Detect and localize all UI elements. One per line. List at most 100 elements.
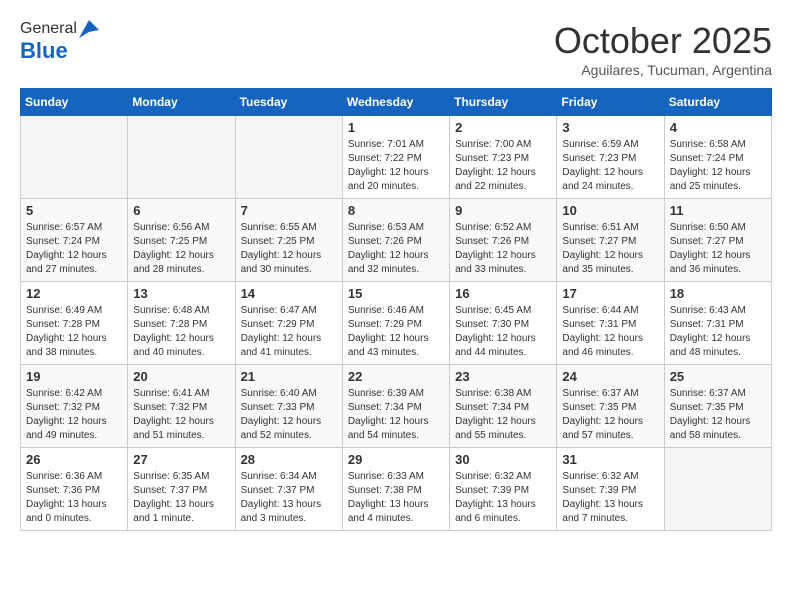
day-number: 18	[670, 286, 766, 301]
calendar-cell: 29 Sunrise: 6:33 AM Sunset: 7:38 PM Dayli…	[342, 448, 449, 531]
day-number: 28	[241, 452, 337, 467]
day-info: Sunrise: 6:46 AM Sunset: 7:29 PM Dayligh…	[348, 304, 444, 360]
day-number: 23	[455, 369, 551, 384]
calendar-day-header: Sunday	[21, 89, 128, 116]
calendar-cell	[235, 116, 342, 199]
day-info: Sunrise: 6:53 AM Sunset: 7:26 PM Dayligh…	[348, 221, 444, 277]
calendar-cell: 28 Sunrise: 6:34 AM Sunset: 7:37 PM Dayli…	[235, 448, 342, 531]
calendar-cell: 14Sunrise: 6:47 AM Sunset: 7:29 PM Dayli…	[235, 282, 342, 365]
calendar-cell: 31Sunrise: 6:32 AM Sunset: 7:39 PM Dayli…	[557, 448, 664, 531]
day-info: Sunrise: 6:34 AM Sunset: 7:37 PM Dayligh…	[241, 470, 337, 526]
calendar-cell: 1 Sunrise: 7:01 AM Sunset: 7:22 PM Daylig…	[342, 116, 449, 199]
calendar-cell	[664, 448, 771, 531]
day-number: 11	[670, 203, 766, 218]
day-number: 5	[26, 203, 122, 218]
calendar-day-header: Tuesday	[235, 89, 342, 116]
day-number: 25	[670, 369, 766, 384]
calendar-day-header: Monday	[128, 89, 235, 116]
day-number: 2	[455, 120, 551, 135]
day-number: 1	[348, 120, 444, 135]
day-info: Sunrise: 6:55 AM Sunset: 7:25 PM Dayligh…	[241, 221, 337, 277]
calendar-week-row: 26 Sunrise: 6:36 AM Sunset: 7:36 PM Dayli…	[21, 448, 772, 531]
calendar-cell: 20 Sunrise: 6:41 AM Sunset: 7:32 PM Dayli…	[128, 365, 235, 448]
day-info: Sunrise: 6:42 AM Sunset: 7:32 PM Dayligh…	[26, 387, 122, 443]
day-info: Sunrise: 6:45 AM Sunset: 7:30 PM Dayligh…	[455, 304, 551, 360]
day-number: 9	[455, 203, 551, 218]
day-info: Sunrise: 6:38 AM Sunset: 7:34 PM Dayligh…	[455, 387, 551, 443]
calendar-cell: 7 Sunrise: 6:55 AM Sunset: 7:25 PM Daylig…	[235, 199, 342, 282]
calendar-cell: 26 Sunrise: 6:36 AM Sunset: 7:36 PM Dayli…	[21, 448, 128, 531]
day-info: Sunrise: 7:01 AM Sunset: 7:22 PM Dayligh…	[348, 138, 444, 194]
calendar-cell: 2 Sunrise: 7:00 AM Sunset: 7:23 PM Daylig…	[450, 116, 557, 199]
calendar-day-header: Saturday	[664, 89, 771, 116]
day-number: 30	[455, 452, 551, 467]
day-info: Sunrise: 6:32 AM Sunset: 7:39 PM Dayligh…	[455, 470, 551, 526]
calendar-cell: 25 Sunrise: 6:37 AM Sunset: 7:35 PM Dayli…	[664, 365, 771, 448]
calendar-header-row: SundayMondayTuesdayWednesdayThursdayFrid…	[21, 89, 772, 116]
calendar-cell: 11Sunrise: 6:50 AM Sunset: 7:27 PM Dayli…	[664, 199, 771, 282]
day-info: Sunrise: 6:49 AM Sunset: 7:28 PM Dayligh…	[26, 304, 122, 360]
calendar-day-header: Friday	[557, 89, 664, 116]
day-info: Sunrise: 6:59 AM Sunset: 7:23 PM Dayligh…	[562, 138, 658, 194]
day-number: 31	[562, 452, 658, 467]
day-number: 26	[26, 452, 122, 467]
logo: General Blue	[20, 20, 99, 64]
day-info: Sunrise: 6:40 AM Sunset: 7:33 PM Dayligh…	[241, 387, 337, 443]
day-number: 22	[348, 369, 444, 384]
calendar-cell: 23 Sunrise: 6:38 AM Sunset: 7:34 PM Dayli…	[450, 365, 557, 448]
logo-blue-text: Blue	[20, 38, 68, 64]
day-info: Sunrise: 6:58 AM Sunset: 7:24 PM Dayligh…	[670, 138, 766, 194]
day-info: Sunrise: 6:47 AM Sunset: 7:29 PM Dayligh…	[241, 304, 337, 360]
calendar-cell: 4 Sunrise: 6:58 AM Sunset: 7:24 PM Daylig…	[664, 116, 771, 199]
day-info: Sunrise: 6:44 AM Sunset: 7:31 PM Dayligh…	[562, 304, 658, 360]
calendar-cell: 12 Sunrise: 6:49 AM Sunset: 7:28 PM Dayli…	[21, 282, 128, 365]
day-number: 17	[562, 286, 658, 301]
day-number: 16	[455, 286, 551, 301]
day-info: Sunrise: 6:35 AM Sunset: 7:37 PM Dayligh…	[133, 470, 229, 526]
day-number: 27	[133, 452, 229, 467]
day-number: 15	[348, 286, 444, 301]
calendar-cell: 22Sunrise: 6:39 AM Sunset: 7:34 PM Dayli…	[342, 365, 449, 448]
calendar-cell: 13Sunrise: 6:48 AM Sunset: 7:28 PM Dayli…	[128, 282, 235, 365]
calendar-cell: 16 Sunrise: 6:45 AM Sunset: 7:30 PM Dayli…	[450, 282, 557, 365]
day-info: Sunrise: 6:43 AM Sunset: 7:31 PM Dayligh…	[670, 304, 766, 360]
calendar-cell: 17 Sunrise: 6:44 AM Sunset: 7:31 PM Dayli…	[557, 282, 664, 365]
day-info: Sunrise: 6:56 AM Sunset: 7:25 PM Dayligh…	[133, 221, 229, 277]
day-info: Sunrise: 6:41 AM Sunset: 7:32 PM Dayligh…	[133, 387, 229, 443]
day-number: 3	[562, 120, 658, 135]
location-subtitle: Aguilares, Tucuman, Argentina	[554, 62, 772, 78]
calendar-week-row: 12 Sunrise: 6:49 AM Sunset: 7:28 PM Dayli…	[21, 282, 772, 365]
day-number: 7	[241, 203, 337, 218]
calendar-cell: 10 Sunrise: 6:51 AM Sunset: 7:27 PM Dayli…	[557, 199, 664, 282]
day-number: 24	[562, 369, 658, 384]
day-number: 6	[133, 203, 229, 218]
calendar-cell: 5Sunrise: 6:57 AM Sunset: 7:24 PM Daylig…	[21, 199, 128, 282]
day-number: 29	[348, 452, 444, 467]
day-info: Sunrise: 7:00 AM Sunset: 7:23 PM Dayligh…	[455, 138, 551, 194]
calendar-cell: 21Sunrise: 6:40 AM Sunset: 7:33 PM Dayli…	[235, 365, 342, 448]
logo-general-text: General	[20, 20, 77, 38]
calendar-table: SundayMondayTuesdayWednesdayThursdayFrid…	[20, 88, 772, 531]
title-section: October 2025 Aguilares, Tucuman, Argenti…	[554, 20, 772, 78]
day-number: 12	[26, 286, 122, 301]
calendar-cell	[128, 116, 235, 199]
day-info: Sunrise: 6:48 AM Sunset: 7:28 PM Dayligh…	[133, 304, 229, 360]
day-number: 20	[133, 369, 229, 384]
calendar-cell: 30 Sunrise: 6:32 AM Sunset: 7:39 PM Dayli…	[450, 448, 557, 531]
day-number: 4	[670, 120, 766, 135]
day-info: Sunrise: 6:33 AM Sunset: 7:38 PM Dayligh…	[348, 470, 444, 526]
day-info: Sunrise: 6:37 AM Sunset: 7:35 PM Dayligh…	[562, 387, 658, 443]
day-number: 19	[26, 369, 122, 384]
calendar-cell: 18 Sunrise: 6:43 AM Sunset: 7:31 PM Dayli…	[664, 282, 771, 365]
day-number: 10	[562, 203, 658, 218]
month-title: October 2025	[554, 20, 772, 62]
page-header: General Blue October 2025 Aguilares, Tuc…	[20, 20, 772, 78]
day-info: Sunrise: 6:37 AM Sunset: 7:35 PM Dayligh…	[670, 387, 766, 443]
calendar-week-row: 5Sunrise: 6:57 AM Sunset: 7:24 PM Daylig…	[21, 199, 772, 282]
calendar-cell: 3 Sunrise: 6:59 AM Sunset: 7:23 PM Daylig…	[557, 116, 664, 199]
calendar-cell: 24 Sunrise: 6:37 AM Sunset: 7:35 PM Dayli…	[557, 365, 664, 448]
logo-bird-icon	[79, 20, 99, 38]
day-info: Sunrise: 6:51 AM Sunset: 7:27 PM Dayligh…	[562, 221, 658, 277]
day-number: 8	[348, 203, 444, 218]
day-info: Sunrise: 6:36 AM Sunset: 7:36 PM Dayligh…	[26, 470, 122, 526]
